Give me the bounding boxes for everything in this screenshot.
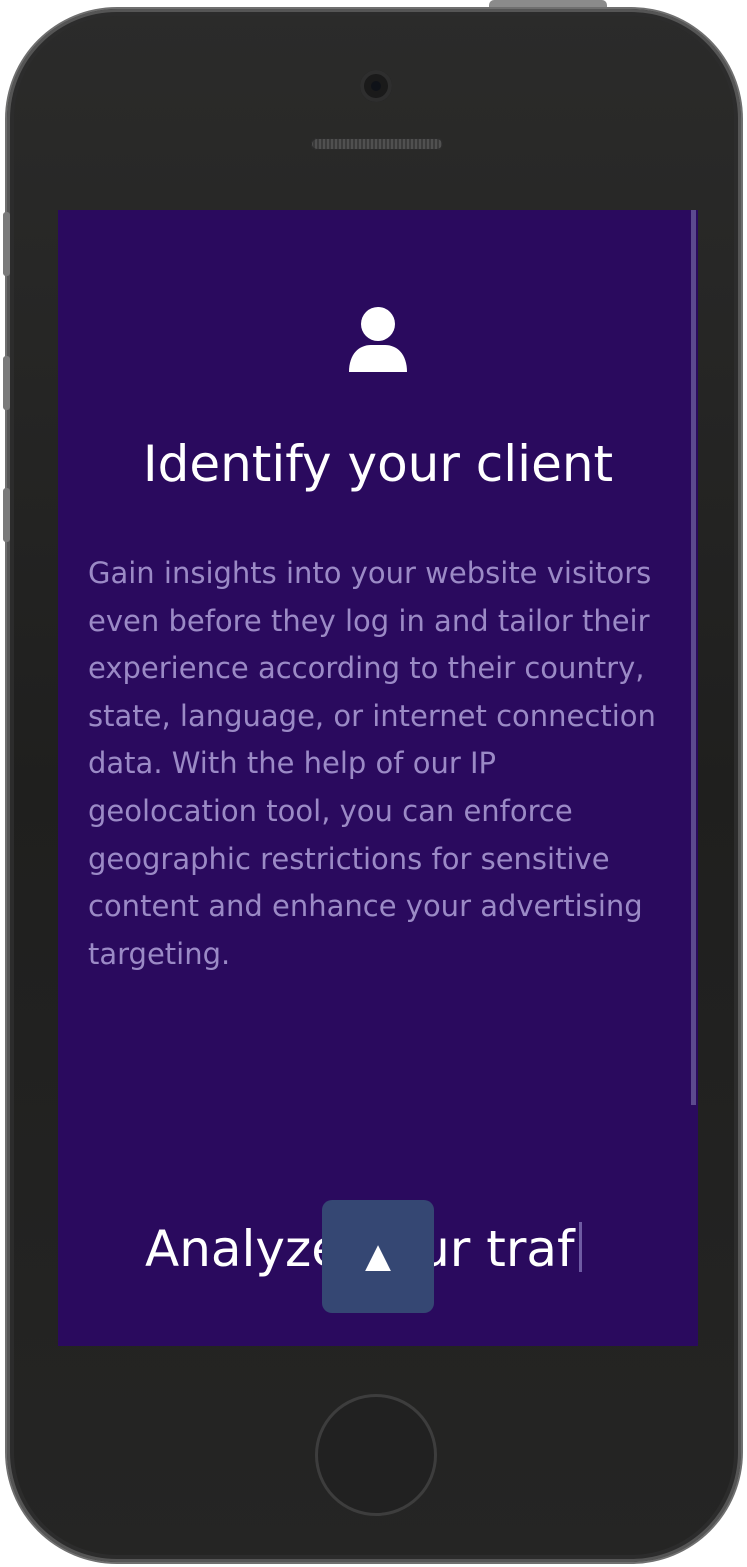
mute-switch — [3, 212, 10, 276]
feature-description: Gain insights into your website visitors… — [88, 556, 656, 971]
user-icon — [349, 307, 407, 372]
camera-lens — [371, 81, 381, 91]
scroll-to-top-button[interactable]: ▲ — [322, 1200, 434, 1313]
arrow-up-icon: ▲ — [356, 1231, 400, 1281]
earpiece-speaker — [311, 138, 443, 150]
home-button — [315, 1394, 437, 1516]
volume-down-button — [3, 488, 10, 542]
screen: Identify your client Gain insights into … — [58, 210, 698, 1346]
volume-up-button — [3, 356, 10, 410]
typing-cursor — [578, 1222, 582, 1272]
feature-title: Identify your client — [142, 435, 614, 493]
scrollbar[interactable] — [691, 210, 696, 1105]
